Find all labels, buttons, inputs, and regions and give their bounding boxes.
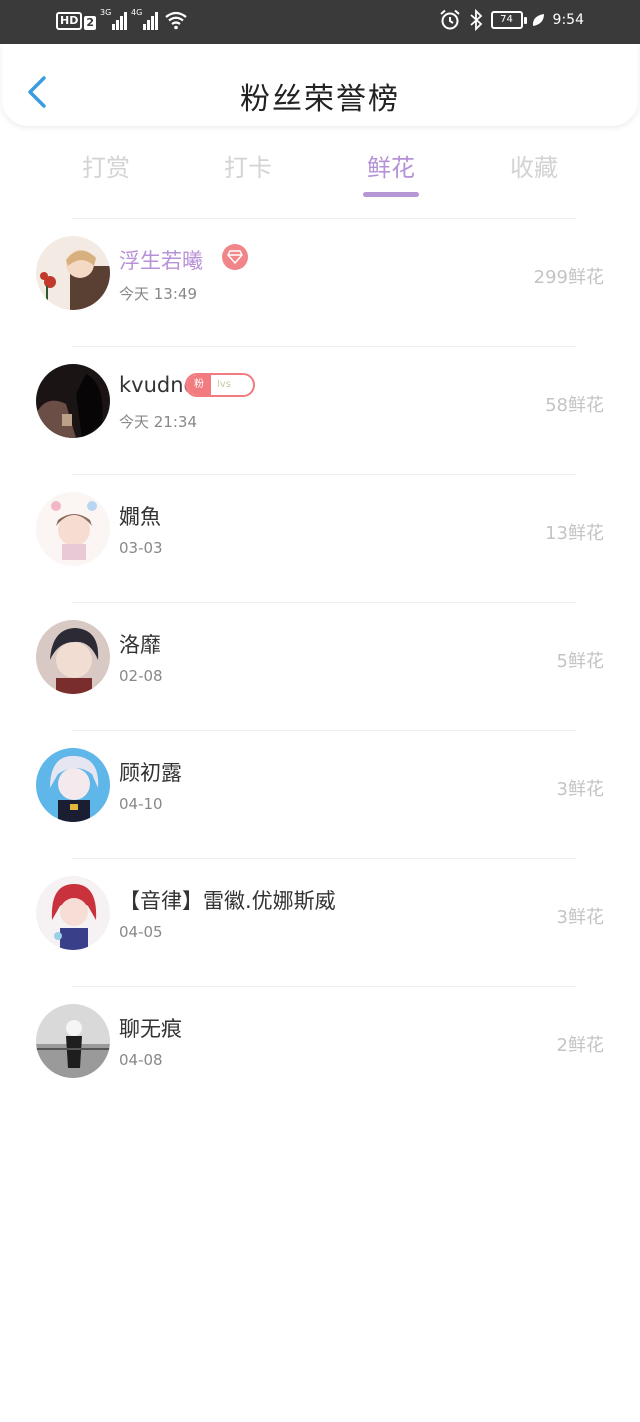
tab-reward[interactable]: 打赏 <box>46 148 166 183</box>
fan-time: 04-10 <box>119 795 163 813</box>
avatar[interactable] <box>36 748 110 822</box>
tab-flowers[interactable]: 鲜花 <box>331 148 451 183</box>
fan-level-badge: 粉 lvs <box>185 373 255 397</box>
fan-time: 今天 21:34 <box>119 413 197 431</box>
flower-count: 3鲜花 <box>556 907 604 928</box>
avatar[interactable] <box>36 876 110 950</box>
diamond-badge-icon <box>222 244 248 270</box>
flower-count: 5鲜花 <box>556 651 604 672</box>
flower-count: 58鲜花 <box>545 395 604 416</box>
flower-count: 2鲜花 <box>556 1035 604 1056</box>
signal-icon: 3G <box>100 8 127 30</box>
list-item[interactable]: 【音律】雷徽.优娜斯威 04-05 3鲜花 <box>0 858 640 986</box>
fan-badge-label: 粉 <box>187 375 211 395</box>
fan-time: 04-08 <box>119 1051 163 1069</box>
tab-favorites[interactable]: 收藏 <box>474 148 594 183</box>
fan-name[interactable]: 聊无痕 <box>119 1013 182 1043</box>
bluetooth-icon <box>469 9 482 31</box>
avatar[interactable] <box>36 364 110 438</box>
leaf-icon <box>532 14 544 26</box>
list-item[interactable]: 洛靡 02-08 5鲜花 <box>0 602 640 730</box>
fan-time: 04-05 <box>119 923 163 941</box>
status-time: 9:54 <box>552 12 584 28</box>
status-right: 74 9:54 <box>439 9 584 31</box>
fan-badge-level: lvs <box>217 379 231 390</box>
title-bar: 粉丝荣誉榜 <box>2 44 638 126</box>
list-item[interactable]: kvudnd 粉 lvs 今天 21:34 58鲜花 <box>0 346 640 474</box>
avatar[interactable] <box>36 236 110 310</box>
list-item[interactable]: 嫺魚 03-03 13鲜花 <box>0 474 640 602</box>
flower-count: 299鲜花 <box>533 267 604 288</box>
status-left: HD 2 3G 4G <box>56 8 188 30</box>
page-title: 粉丝荣誉榜 <box>240 82 400 117</box>
network-type-label: 3G <box>100 8 112 17</box>
fan-name[interactable]: 顾初露 <box>119 757 182 787</box>
battery-icon: 74 <box>490 11 527 29</box>
avatar[interactable] <box>36 492 110 566</box>
fan-time: 02-08 <box>119 667 163 685</box>
tab-active-indicator <box>363 192 419 197</box>
flower-count: 13鲜花 <box>545 523 604 544</box>
tab-checkin[interactable]: 打卡 <box>188 148 308 183</box>
avatar[interactable] <box>36 1004 110 1078</box>
flower-count: 3鲜花 <box>556 779 604 800</box>
fan-time: 今天 13:49 <box>119 285 197 303</box>
fan-name[interactable]: 浮生若曦 <box>119 245 203 275</box>
fan-name[interactable]: 洛靡 <box>119 629 161 659</box>
network-type-label: 4G <box>131 8 143 17</box>
fan-time: 03-03 <box>119 539 163 557</box>
wifi-icon <box>165 11 187 30</box>
hd-indicator: HD <box>56 12 83 30</box>
status-bar: HD 2 3G 4G 74 9:54 <box>0 0 640 44</box>
alarm-icon <box>439 9 460 30</box>
avatar[interactable] <box>36 620 110 694</box>
fan-name[interactable]: 【音律】雷徽.优娜斯威 <box>119 885 336 915</box>
tab-bar: 打赏 打卡 鲜花 收藏 <box>0 142 640 202</box>
list-item[interactable]: 浮生若曦 今天 13:49 299鲜花 <box>0 218 640 346</box>
list-item[interactable]: 聊无痕 04-08 2鲜花 <box>0 986 640 1114</box>
sim-indicator: 2 <box>84 16 96 30</box>
list-item[interactable]: 顾初露 04-10 3鲜花 <box>0 730 640 858</box>
battery-level: 74 <box>500 14 513 25</box>
fan-name[interactable]: 嫺魚 <box>119 501 161 531</box>
signal-icon: 4G <box>131 8 158 30</box>
